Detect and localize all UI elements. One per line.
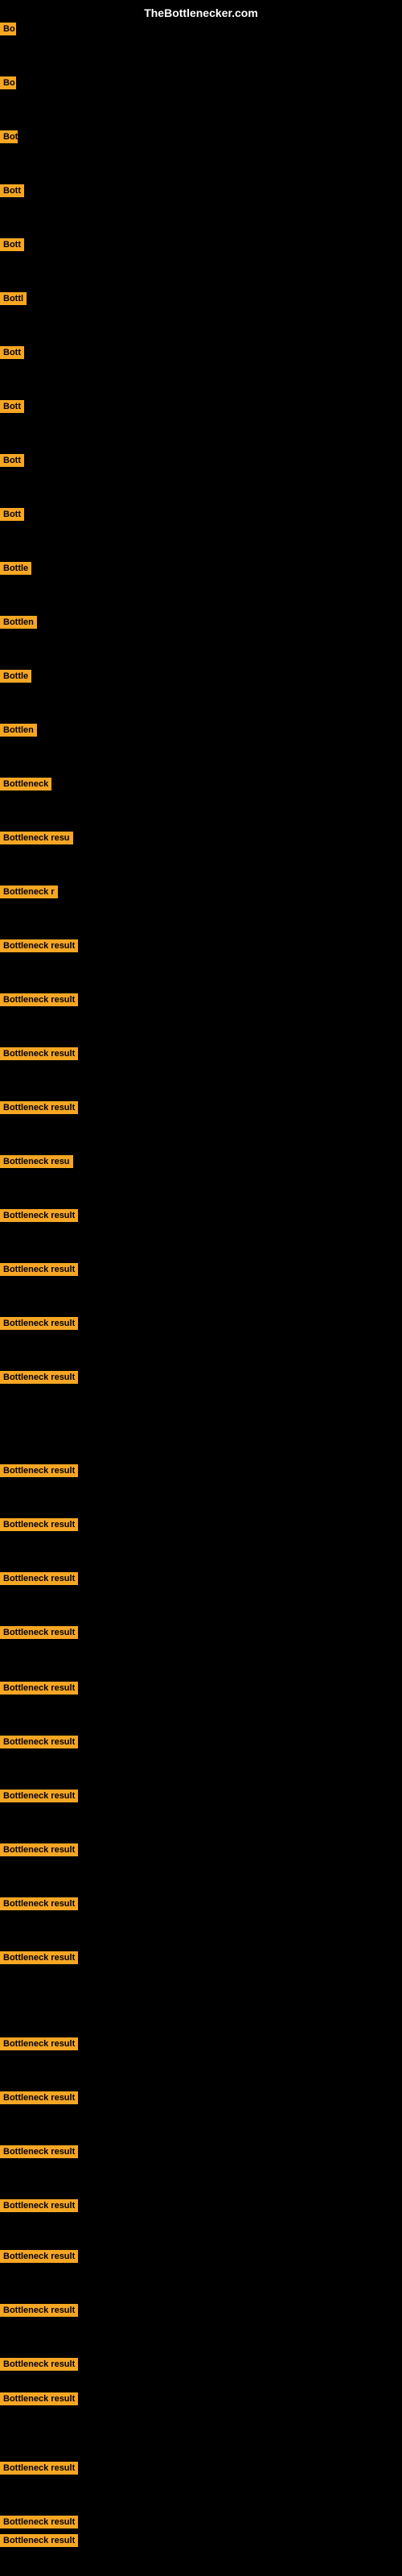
bottleneck-label: Bottleneck result (0, 1371, 78, 1388)
bottleneck-label: Bot (0, 130, 18, 147)
bottleneck-label: Bottleneck resu (0, 1155, 73, 1172)
bottleneck-label: Bottleneck result (0, 2199, 78, 2216)
bottleneck-label: Bottleneck result (0, 1209, 78, 1226)
bottleneck-label: Bottleneck result (0, 2462, 78, 2479)
bottleneck-label: Bottlen (0, 616, 37, 633)
bottleneck-label: Bott (0, 238, 24, 255)
bottleneck-label: Bottleneck r (0, 886, 58, 902)
bottleneck-label: Bottleneck result (0, 1682, 78, 1699)
bottleneck-label: Bottlen (0, 724, 37, 741)
site-title: TheBottlenecker.com (144, 6, 258, 19)
bottleneck-label: Bott (0, 400, 24, 417)
bottleneck-label: Bottleneck result (0, 1263, 78, 1280)
bottleneck-label: Bott (0, 454, 24, 471)
bottleneck-label: Bottleneck result (0, 1572, 78, 1589)
bottleneck-label: Bottleneck result (0, 2091, 78, 2108)
bottleneck-label: Bottleneck result (0, 2516, 78, 2533)
bottleneck-label: Bo (0, 23, 16, 39)
bottleneck-label: Bottleneck resu (0, 832, 73, 848)
bottleneck-label: Bottleneck result (0, 2145, 78, 2162)
bottleneck-label: Bottleneck result (0, 1047, 78, 1064)
bottleneck-label: Bottleneck result (0, 1897, 78, 1914)
bottleneck-label: Bottl (0, 292, 27, 309)
bottleneck-label: Bottleneck result (0, 993, 78, 1010)
bottleneck-label: Bottleneck result (0, 2534, 78, 2551)
bottleneck-label: Bottleneck result (0, 1518, 78, 1535)
bottleneck-label: Bottleneck result (0, 939, 78, 956)
bottleneck-label: Bottle (0, 562, 31, 579)
bottleneck-label: Bottleneck result (0, 2392, 78, 2409)
bottleneck-label: Bottleneck result (0, 1626, 78, 1643)
bottleneck-label: Bottleneck (0, 778, 51, 795)
bottleneck-label: Bottleneck result (0, 1790, 78, 1806)
bottleneck-label: Bott (0, 508, 24, 525)
bottleneck-label: Bottleneck result (0, 1101, 78, 1118)
bottleneck-label: Bottleneck result (0, 1843, 78, 1860)
bottleneck-label: Bottleneck result (0, 2037, 78, 2054)
bottleneck-label: Bottleneck result (0, 1736, 78, 1752)
bottleneck-label: Bott (0, 346, 24, 363)
bottleneck-label: Bottleneck result (0, 1317, 78, 1334)
bottleneck-label: Bottleneck result (0, 1951, 78, 1968)
bottleneck-label: Bottleneck result (0, 1464, 78, 1481)
bottleneck-label: Bott (0, 184, 24, 201)
bottleneck-label: Bottleneck result (0, 2304, 78, 2321)
bottleneck-label: Bottle (0, 670, 31, 687)
bottleneck-label: Bottleneck result (0, 2250, 78, 2267)
bottleneck-label: Bo (0, 76, 16, 93)
bottleneck-label: Bottleneck result (0, 2358, 78, 2375)
